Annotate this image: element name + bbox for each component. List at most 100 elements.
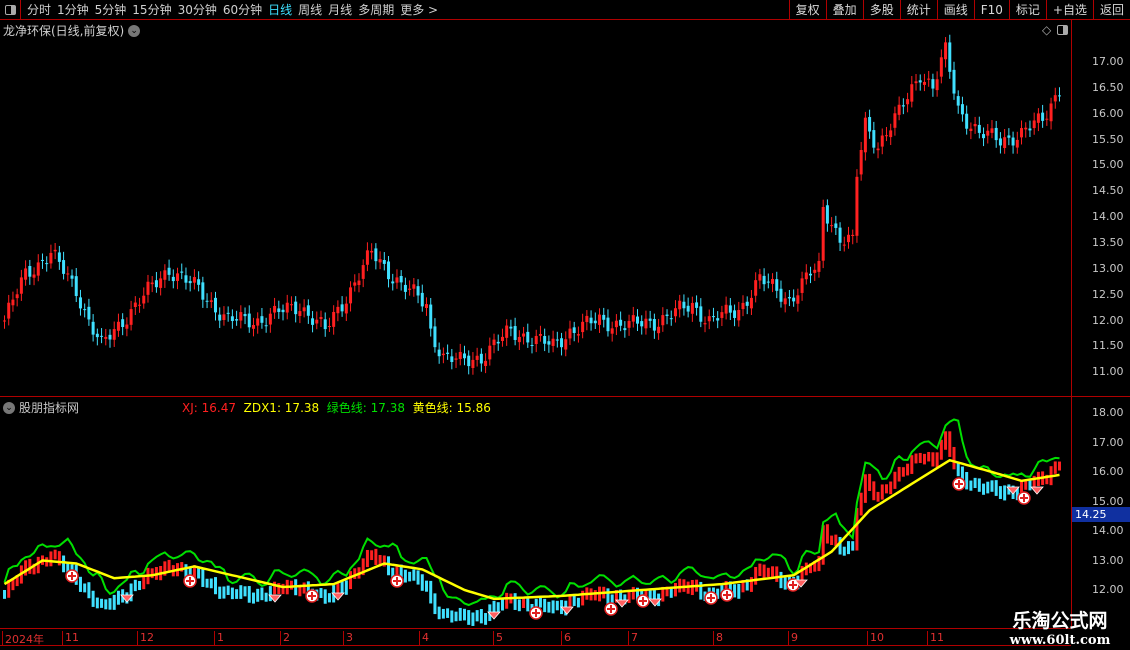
indicator-bar: [462, 608, 466, 621]
candle-body: [129, 309, 133, 325]
indicator-bar: [91, 590, 95, 607]
candle-body: [636, 316, 639, 324]
candle-body: [762, 275, 766, 285]
candle-body: [239, 312, 243, 321]
indicator-bar: [766, 567, 770, 577]
candle-body: [471, 359, 475, 368]
candle-body: [95, 333, 99, 338]
indicator-bar: [412, 569, 416, 581]
indicator-bar: [825, 524, 829, 544]
candle-body: [724, 304, 728, 314]
indicator-bar: [256, 588, 260, 602]
candle-body: [927, 78, 931, 80]
candle-body: [631, 315, 635, 322]
candle-body: [488, 345, 492, 360]
indicator-bar: [467, 610, 471, 625]
indicator-bar: [247, 586, 251, 603]
candle-body: [496, 341, 500, 344]
axis-label: 14.00: [1092, 210, 1124, 224]
indicator-bar: [235, 589, 239, 599]
candle-body: [513, 326, 517, 340]
candle-body: [133, 302, 137, 307]
candle-body: [619, 319, 623, 326]
toolbar-button[interactable]: 返回: [1092, 0, 1130, 20]
indicator-bar: [108, 598, 112, 610]
indicator-bar: [53, 549, 57, 560]
candle-body: [91, 321, 95, 335]
indicator-bar: [906, 463, 910, 476]
price-chart[interactable]: [0, 0, 1071, 628]
indicator-bar: [349, 571, 353, 590]
indicator-bar: [762, 564, 766, 579]
indicator-bar: [433, 593, 437, 615]
indicator-bar: [327, 593, 331, 603]
candle-body: [100, 335, 104, 337]
axis-label: 13.00: [1092, 553, 1124, 567]
candle-body: [45, 263, 49, 265]
indicator-bar: [1058, 461, 1061, 471]
candle-body: [906, 99, 910, 105]
candle-body: [648, 318, 652, 321]
candle-body: [197, 279, 201, 285]
candle-body: [437, 349, 441, 357]
candle-body: [1003, 137, 1007, 149]
candle-body: [623, 328, 627, 331]
candle-body: [294, 301, 298, 315]
indicator-bar: [859, 492, 863, 516]
indicator-bar: [952, 446, 956, 470]
candle-body: [914, 81, 918, 84]
indicator-bar: [416, 570, 420, 585]
date-label: 3: [343, 631, 353, 645]
axis-label: 18.00: [1092, 406, 1124, 419]
indicator-bar: [209, 578, 213, 589]
candle-body: [370, 250, 374, 253]
indicator-bar: [1028, 480, 1032, 491]
candle-body: [454, 358, 458, 360]
axis-label: 17.00: [1092, 55, 1124, 68]
date-label: 1: [214, 631, 224, 645]
indicator-bar: [475, 610, 479, 622]
candle-body: [57, 252, 61, 262]
candle-body: [104, 336, 108, 339]
candle-body: [49, 252, 53, 264]
indicator-bar: [425, 580, 428, 592]
candle-body: [522, 333, 526, 337]
indicator-bar: [260, 587, 264, 601]
indicator-bar: [429, 580, 433, 604]
candle-body: [792, 297, 796, 302]
date-label: 11: [62, 631, 79, 645]
indicator-bar: [678, 578, 682, 593]
candle-body: [661, 315, 665, 326]
candle-body: [7, 302, 11, 319]
yellow-line: [3, 458, 1060, 601]
candle-body: [142, 295, 146, 304]
candle-body: [602, 314, 606, 320]
candle-body: [315, 319, 319, 324]
candle-body: [555, 339, 559, 341]
candle-body: [598, 314, 602, 325]
candle-body: [226, 312, 230, 314]
candle-body: [737, 309, 741, 321]
axis-label: 11.50: [1092, 339, 1124, 353]
candle-body: [395, 277, 399, 283]
indicator-bar: [374, 548, 378, 565]
candle-body: [247, 313, 251, 328]
date-label: 8: [713, 631, 723, 645]
indicator-bar: [365, 549, 369, 568]
candle-body: [534, 335, 538, 344]
indicator-bar: [522, 597, 526, 609]
date-label: 9: [788, 631, 798, 645]
candle-body: [711, 316, 715, 318]
indicator-bar: [62, 555, 66, 573]
candle-body: [990, 128, 994, 133]
indicator-bar: [893, 471, 897, 489]
candle-body: [146, 281, 150, 295]
indicator-bar: [931, 452, 935, 467]
candle-body: [302, 307, 306, 312]
indicator-bar: [49, 551, 53, 567]
candle-body: [948, 42, 952, 72]
indicator-bar: [281, 583, 285, 595]
candle-body: [944, 42, 948, 60]
candle-body: [728, 305, 732, 313]
indicator-bar: [323, 589, 327, 604]
